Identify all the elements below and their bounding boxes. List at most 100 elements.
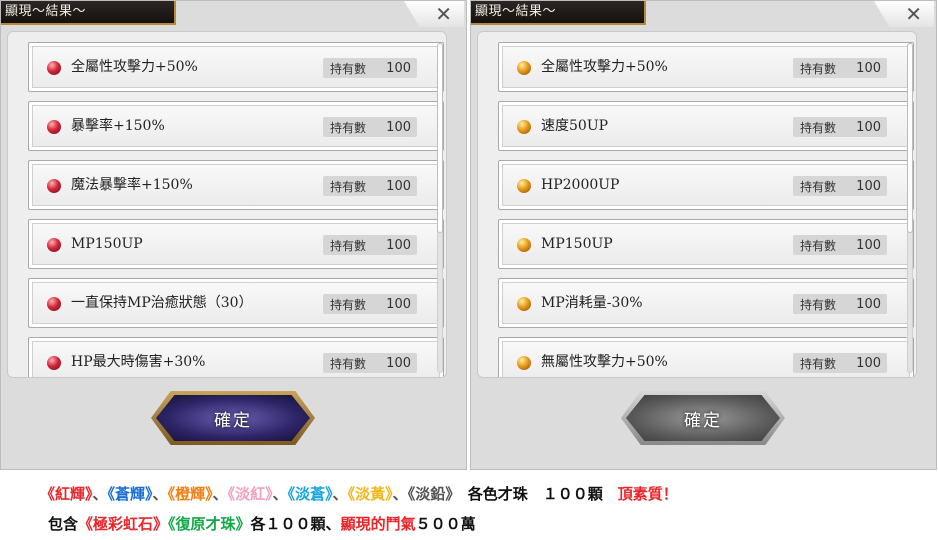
caption-suffix: 各色才珠 １００顆 — [467, 485, 603, 503]
panel-title: 顯現～結果～ — [1, 1, 176, 25]
item-label: 全屬性攻擊力+50% — [541, 59, 668, 75]
orange-gem-icon — [517, 120, 531, 134]
orange-gem-icon — [517, 297, 531, 311]
hold-label: 持有數 — [330, 61, 367, 76]
item-label: 速度50UP — [541, 118, 609, 134]
hold-label: 持有數 — [330, 238, 367, 253]
hold-count-box: 持有數 100 — [323, 176, 417, 196]
hold-count: 100 — [856, 178, 881, 194]
list-item: MP消耗量-30% 持有數 100 — [498, 278, 914, 328]
hold-label: 持有數 — [330, 297, 367, 312]
hold-label: 持有數 — [800, 120, 837, 135]
hold-count: 100 — [856, 237, 881, 253]
gem-name-blue: 《蒼輝》 — [107, 485, 153, 503]
hold-label: 持有數 — [330, 179, 367, 194]
item-label: HP最大時傷害+30% — [71, 354, 206, 370]
close-icon: ✕ — [905, 2, 922, 26]
hold-label: 持有數 — [800, 297, 837, 312]
hold-count-box: 持有數 100 — [323, 353, 417, 373]
confirm-label: 確定 — [684, 410, 722, 431]
confirm-button[interactable]: 確定 — [621, 391, 785, 445]
hold-label: 持有數 — [330, 120, 367, 135]
separator: 、 — [392, 485, 408, 503]
list-item: HP最大時傷害+30% 持有數 100 — [28, 337, 444, 377]
hold-count-box: 持有數 100 — [793, 58, 887, 78]
close-button[interactable]: ✕ — [874, 1, 934, 27]
red-gem-icon — [47, 238, 61, 252]
result-panel-right: 顯現～結果～ ✕ 全屬性攻擊力+50% 持有數 100 速度50UP 持有數 1… — [470, 0, 937, 470]
list-item: MP150UP 持有數 100 — [28, 219, 444, 269]
separator: 、 — [212, 485, 228, 503]
list-item: 全屬性攻擊力+50% 持有數 100 — [498, 42, 914, 92]
hold-count: 100 — [386, 296, 411, 312]
hold-count: 100 — [386, 178, 411, 194]
separator: 、 — [332, 485, 348, 503]
red-gem-icon — [47, 356, 61, 370]
scroll-thumb[interactable] — [437, 43, 443, 233]
gem-name-cyan: 《淡蒼》 — [287, 485, 333, 503]
separator: 、 — [272, 485, 288, 503]
list-item: 全屬性攻擊力+50% 持有數 100 — [28, 42, 444, 92]
hold-count: 100 — [856, 119, 881, 135]
hold-count: 100 — [856, 60, 881, 76]
hold-count-box: 持有數 100 — [793, 294, 887, 314]
scrollbar[interactable] — [907, 43, 913, 373]
red-gem-icon — [47, 61, 61, 75]
item-label: MP消耗量-30% — [541, 295, 643, 311]
caption-highlight: 頂素質！ — [617, 485, 678, 503]
orange-gem-icon — [517, 356, 531, 370]
confirm-label: 確定 — [214, 410, 252, 431]
scrollbar[interactable] — [437, 43, 443, 373]
hold-count-box: 持有數 100 — [323, 117, 417, 137]
hold-count-box: 持有數 100 — [323, 58, 417, 78]
red-gem-icon — [47, 179, 61, 193]
hold-count: 100 — [386, 60, 411, 76]
gem-name-gray: 《淡鉛》 — [407, 485, 453, 503]
list-item: MP150UP 持有數 100 — [498, 219, 914, 269]
hold-count-box: 持有數 100 — [793, 176, 887, 196]
gem-name-yellow: 《淡黃》 — [347, 485, 393, 503]
item-label: 一直保持MP治癒狀態（30） — [71, 295, 253, 311]
hold-label: 持有數 — [800, 238, 837, 253]
hold-count-box: 持有數 100 — [323, 235, 417, 255]
list-item: 無屬性攻擊力+50% 持有數 100 — [498, 337, 914, 377]
panel-title: 顯現～結果～ — [471, 1, 646, 25]
caption-suffix: ５００萬 — [415, 515, 476, 533]
caption-mid: 各１００顆、 — [250, 515, 341, 533]
hold-label: 持有數 — [800, 356, 837, 371]
caption-line-1: 《紅輝》、《蒼輝》、《橙輝》、《淡紅》、《淡蒼》、《淡黃》、《淡鉛》 各色才珠 … — [40, 483, 678, 504]
separator: 、 — [92, 485, 108, 503]
item-label: HP2000UP — [541, 177, 620, 193]
hold-label: 持有數 — [800, 179, 837, 194]
result-list[interactable]: 全屬性攻擊力+50% 持有數 100 暴擊率+150% 持有數 100 魔法暴擊… — [7, 31, 447, 378]
gem-name-orange: 《橙輝》 — [167, 485, 213, 503]
separator: 、 — [152, 485, 168, 503]
orange-gem-icon — [517, 179, 531, 193]
item-label: 暴擊率+150% — [71, 118, 165, 134]
gem-name-red: 《紅輝》 — [40, 485, 93, 503]
hold-count: 100 — [386, 119, 411, 135]
hold-count-box: 持有數 100 — [793, 117, 887, 137]
item-label: 全屬性攻擊力+50% — [71, 59, 198, 75]
item-rainbow-stone: 《極彩虹石》 — [78, 515, 169, 533]
caption-manifest: 顯現的鬥氣 — [340, 515, 416, 533]
confirm-button[interactable]: 確定 — [151, 391, 315, 445]
item-label: MP150UP — [541, 236, 613, 252]
close-button[interactable]: ✕ — [404, 1, 464, 27]
item-label: MP150UP — [71, 236, 143, 252]
orange-gem-icon — [517, 238, 531, 252]
orange-gem-icon — [517, 61, 531, 75]
list-item: 速度50UP 持有數 100 — [498, 101, 914, 151]
hold-count: 100 — [386, 355, 411, 371]
scroll-thumb[interactable] — [907, 43, 913, 233]
item-label: 魔法暴擊率+150% — [71, 177, 193, 193]
hold-label: 持有數 — [330, 356, 367, 371]
caption-prefix: 包含 — [48, 515, 79, 533]
item-restore-gem: 《復原才珠》 — [168, 515, 251, 533]
result-list[interactable]: 全屬性攻擊力+50% 持有數 100 速度50UP 持有數 100 HP2000… — [477, 31, 917, 378]
hold-label: 持有數 — [800, 61, 837, 76]
close-icon: ✕ — [435, 2, 452, 26]
hold-count-box: 持有數 100 — [793, 235, 887, 255]
hold-count-box: 持有數 100 — [323, 294, 417, 314]
list-item: 一直保持MP治癒狀態（30） 持有數 100 — [28, 278, 444, 328]
